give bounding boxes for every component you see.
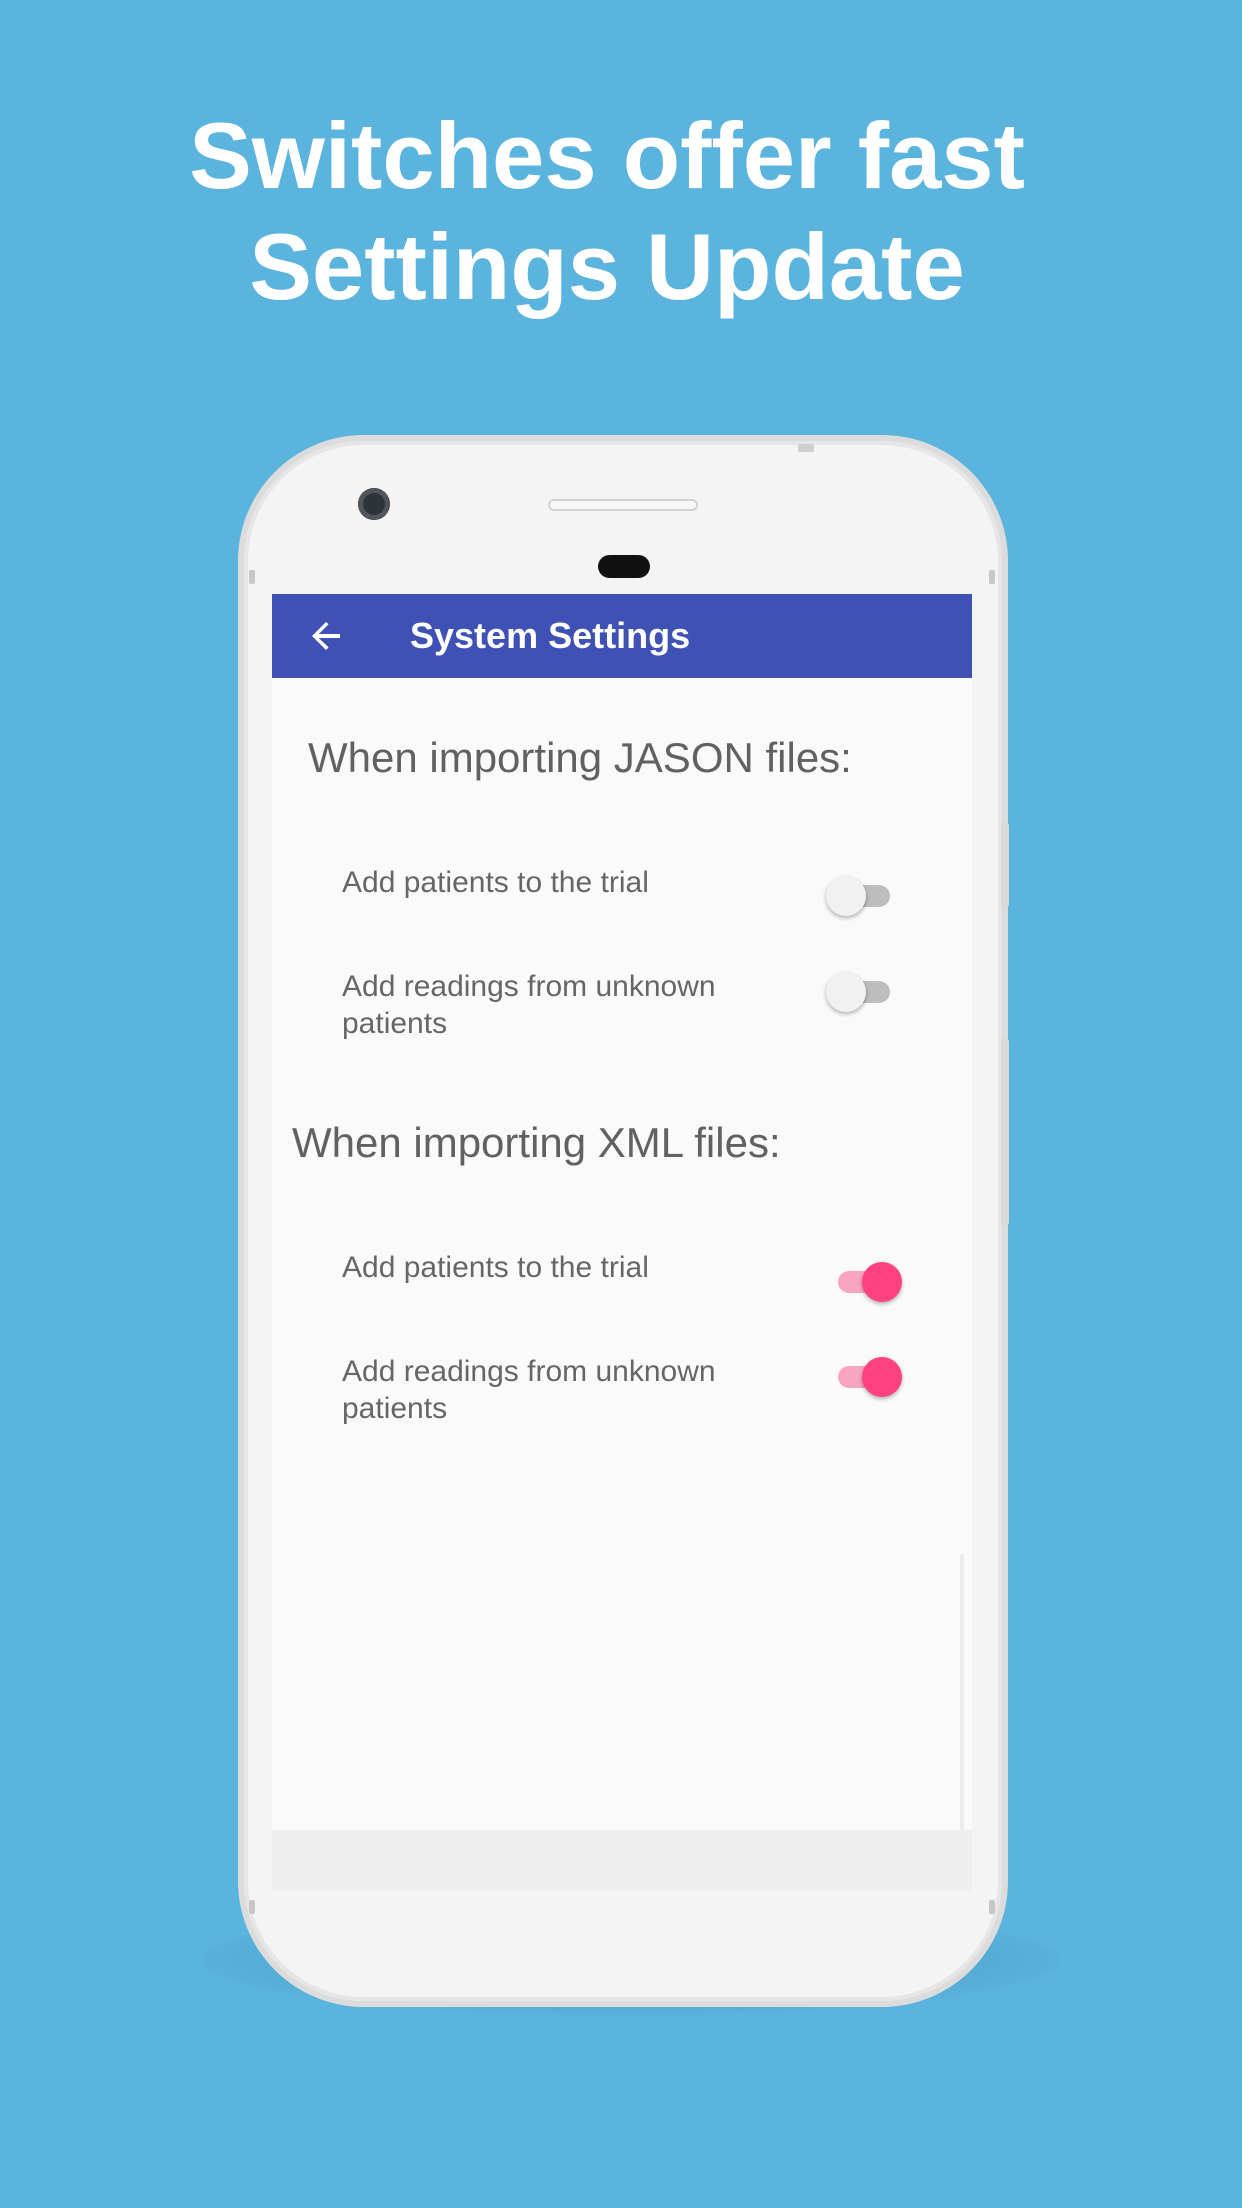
section-title-json: When importing JASON files: xyxy=(308,734,852,781)
back-button[interactable] xyxy=(302,612,350,660)
phone-left-edge-mark xyxy=(249,570,255,584)
marketing-headline: Switches offer fast Settings Update xyxy=(0,100,1214,322)
arrow-left-icon xyxy=(312,622,340,650)
json-add-readings-label: Add readings from unknown patients xyxy=(342,970,716,1040)
headline-line-2: Settings Update xyxy=(249,214,965,319)
xml-add-patients-switch[interactable] xyxy=(832,1258,902,1306)
switch-thumb xyxy=(862,1262,902,1302)
xml-add-readings-label: Add readings from unknown patients xyxy=(342,1355,716,1425)
switch-thumb xyxy=(826,876,866,916)
phone-volume-button xyxy=(1001,1038,1009,1226)
phone-top-nub xyxy=(798,444,814,452)
section-title-xml: When importing XML files: xyxy=(292,1119,781,1166)
phone-right-edge-mark xyxy=(989,570,995,584)
xml-add-readings-switch[interactable] xyxy=(832,1353,902,1401)
json-add-readings-switch[interactable] xyxy=(826,968,896,1016)
earpiece-speaker xyxy=(548,499,698,511)
json-add-patients-switch[interactable] xyxy=(826,872,896,920)
front-camera-icon xyxy=(358,488,390,520)
phone-right-bottom-edge-mark xyxy=(989,1900,995,1914)
page-title: System Settings xyxy=(410,615,691,656)
scrollbar[interactable] xyxy=(960,1554,964,1830)
xml-add-patients-label: Add patients to the trial xyxy=(342,1251,649,1284)
phone-chin xyxy=(272,1830,972,1890)
phone-left-bottom-edge-mark xyxy=(249,1900,255,1914)
proximity-sensor xyxy=(598,555,650,578)
app-bar: System Settings xyxy=(272,594,972,678)
headline-line-1: Switches offer fast xyxy=(189,103,1025,208)
phone-power-button xyxy=(1001,822,1009,908)
switch-thumb xyxy=(826,972,866,1012)
switch-thumb xyxy=(862,1357,902,1397)
json-add-patients-label: Add patients to the trial xyxy=(342,866,649,899)
phone-screen: System Settings When importing JASON fil… xyxy=(272,594,972,1830)
